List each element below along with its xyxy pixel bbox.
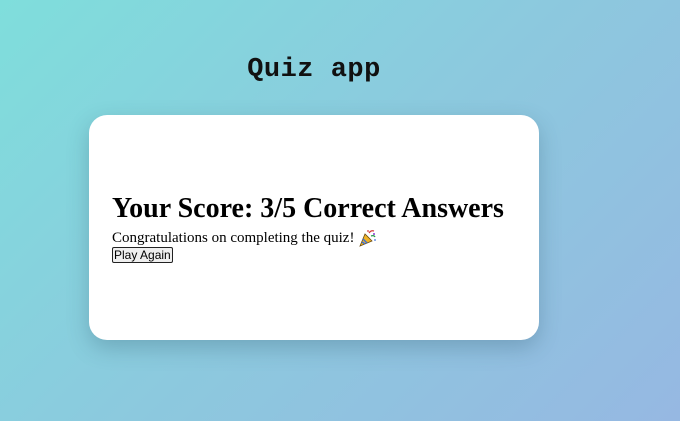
app-title: Quiz app	[247, 55, 381, 85]
congrats-text: Congratulations on completing the quiz!	[112, 229, 355, 246]
score-card: Your Score: 3/5 Correct Answers Congratu…	[89, 115, 539, 340]
party-popper-icon	[359, 229, 377, 247]
play-again-button[interactable]: Play Again	[112, 247, 173, 263]
congrats-message: Congratulations on completing the quiz!	[112, 229, 377, 247]
score-heading: Your Score: 3/5 Correct Answers	[112, 193, 504, 224]
